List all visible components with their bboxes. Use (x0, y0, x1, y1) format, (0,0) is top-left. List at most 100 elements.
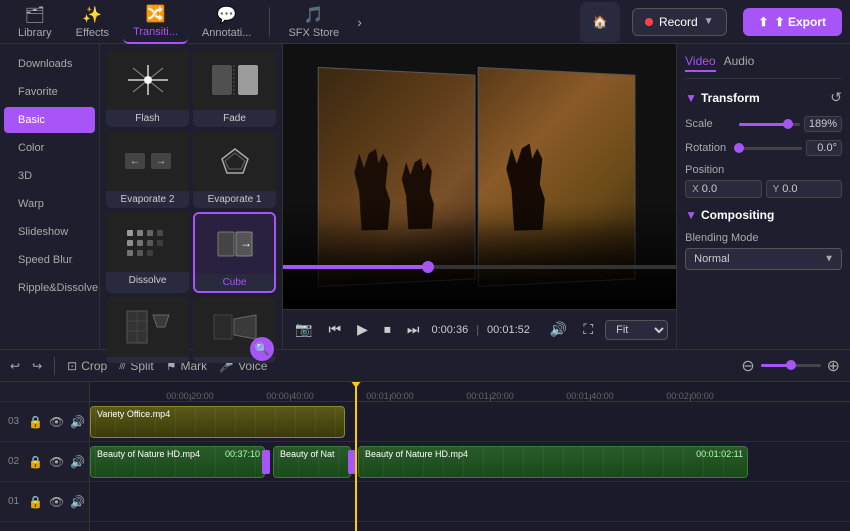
transform-collapse-icon[interactable]: ▼ (685, 91, 697, 105)
record-button[interactable]: Record ▼ (632, 8, 727, 36)
prev-frame-button[interactable]: ⏮ (324, 319, 345, 340)
zoom-out-button[interactable]: ⊖ (741, 356, 754, 376)
preview-area: 📷 ⏮ ▶ ⏹ ⏭ 0:00:36 | 00:01:52 🔊 ⛶ Fit Fil… (283, 44, 676, 349)
library-icon: 🗂 (25, 5, 45, 25)
total-time: 00:01:52 (487, 324, 530, 336)
position-y-field[interactable]: Y 0.0 (766, 180, 842, 198)
nav-slideshow[interactable]: Slideshow (4, 219, 95, 245)
zoom-in-button[interactable]: ⊕ (827, 356, 840, 376)
position-row: Position X 0.0 Y 0.0 (685, 164, 842, 198)
tab-sfx[interactable]: 🎵 SFX Store (278, 1, 349, 43)
transition-cube[interactable]: → Cube (193, 212, 276, 293)
tab-effects[interactable]: ✨ Effects (66, 1, 119, 43)
transition-fade[interactable]: Fade (193, 50, 276, 127)
track-01-lock-icon[interactable]: 🔒 (28, 495, 43, 509)
screenshot-button[interactable]: 📷 (291, 319, 316, 340)
transitions-grid: Flash Fade (100, 44, 282, 369)
zoom-slider[interactable] (761, 364, 821, 367)
rotation-slider[interactable] (739, 147, 802, 150)
track-02-lock-icon[interactable]: 🔒 (28, 455, 43, 469)
record-dropdown-icon: ▼ (704, 16, 714, 27)
record-dot (645, 18, 653, 26)
transform-reset-button[interactable]: ↺ (830, 89, 842, 106)
zoom-controls: ⊖ ⊕ (741, 356, 840, 376)
ruler-line-1 (190, 395, 191, 401)
transition-flash[interactable]: Flash (106, 50, 189, 127)
nav-downloads[interactable]: Downloads (4, 51, 95, 77)
track-02-audio-icon[interactable]: 🔊 (70, 455, 85, 469)
next-frame-button[interactable]: ⏭ (403, 319, 424, 340)
rotation-row: Rotation 0.0° (685, 140, 842, 156)
nav-favorite[interactable]: Favorite (4, 79, 95, 105)
transitions-icon: 🔀 (146, 4, 166, 24)
transition-evaporate1[interactable]: Evaporate 1 (193, 131, 276, 208)
track-02-eye-icon[interactable]: 👁 (49, 455, 64, 469)
tab-library[interactable]: 🗂 Library (8, 1, 62, 43)
tab-annotations[interactable]: 💬 Annotati... (192, 1, 262, 43)
transition-dissolve[interactable]: Dissolve (106, 212, 189, 293)
transform-header: ▼ Transform ↺ (685, 89, 842, 106)
scale-slider[interactable] (739, 123, 800, 126)
redo-button[interactable]: ↪ (32, 359, 42, 373)
transition-t7[interactable] (106, 297, 189, 363)
compositing-section: ▼ Compositing Blending Mode Normal Multi… (685, 208, 842, 270)
compositing-collapse-icon[interactable]: ▼ (685, 208, 697, 222)
track-label-02: 02 🔒 👁 🔊 (0, 442, 89, 482)
transition-marker-1[interactable] (262, 450, 270, 474)
volume-button[interactable]: 🔊 (546, 319, 571, 340)
fit-select[interactable]: Fit Fill 100% (605, 320, 668, 340)
clip-beauty-2[interactable]: Beauty of Nat (273, 446, 351, 478)
tab-video[interactable]: Video (685, 52, 715, 72)
effects-icon: ✨ (82, 5, 102, 25)
y-value: 0.0 (782, 183, 797, 195)
progress-fill (283, 265, 428, 269)
nav-speedblur[interactable]: Speed Blur (4, 247, 95, 273)
track-01-eye-icon[interactable]: 👁 (49, 495, 64, 509)
play-button[interactable]: ▶ (353, 319, 372, 340)
blending-mode-select[interactable]: Normal Multiply Screen Overlay (685, 248, 842, 270)
export-button[interactable]: ⬆ ⬆ Export (743, 8, 842, 36)
clip-beauty-3[interactable]: Beauty of Nature HD.mp4 00:01:02:11 (358, 446, 748, 478)
sfx-icon: 🎵 (304, 5, 324, 25)
track-03-eye-icon[interactable]: 👁 (49, 415, 64, 429)
nav-ripple[interactable]: Ripple&Dissolve (4, 275, 95, 301)
position-x-field[interactable]: X 0.0 (685, 180, 761, 198)
track-labels: 03 🔒 👁 🔊 02 🔒 👁 🔊 01 🔒 👁 🔊 (0, 382, 90, 531)
fullscreen-button[interactable]: ⛶ (579, 319, 597, 340)
search-button[interactable]: 🔍 (250, 337, 274, 361)
ruler-line-4 (490, 395, 491, 401)
more-icon[interactable]: › (353, 10, 366, 34)
clip-beauty-1-duration: 00:37:10 (225, 449, 260, 459)
track-03-lock-icon[interactable]: 🔒 (28, 415, 43, 429)
compositing-header: ▼ Compositing (685, 208, 842, 222)
clip-beauty-1[interactable]: Beauty of Nature HD.mp4 00:37:10 (90, 446, 265, 478)
nav-color[interactable]: Color (4, 135, 95, 161)
timeline-ruler: 00:00:20:00 00:00:40:00 00:01:00:00 00:0… (90, 382, 850, 402)
undo-button[interactable]: ↩ (10, 359, 20, 373)
annotations-icon: 💬 (217, 5, 237, 25)
clip-variety[interactable]: Variety Office.mp4 (90, 406, 345, 438)
progress-bar[interactable] (283, 265, 676, 269)
home-button[interactable]: 🏠 (580, 2, 620, 42)
rotation-value: 0.0° (806, 140, 842, 156)
playhead[interactable] (355, 382, 357, 531)
tab-audio[interactable]: Audio (724, 52, 755, 72)
nav-basic[interactable]: Basic (4, 107, 95, 133)
search-icon: 🔍 (255, 342, 270, 356)
xy-row: X 0.0 Y 0.0 (685, 180, 842, 198)
svg-text:←: ← (130, 156, 140, 167)
track-row-02: Beauty of Nature HD.mp4 00:37:10 Beauty … (90, 442, 850, 482)
track-03-audio-icon[interactable]: 🔊 (70, 415, 85, 429)
rotation-label: Rotation (685, 142, 735, 154)
nav-warp[interactable]: Warp (4, 191, 95, 217)
dissolve-label: Dissolve (106, 272, 189, 289)
track-01-audio-icon[interactable]: 🔊 (70, 495, 85, 509)
nav-3d[interactable]: 3D (4, 163, 95, 189)
progress-thumb (422, 261, 434, 273)
tab-transitions[interactable]: 🔀 Transiti... (123, 0, 188, 44)
track-label-03: 03 🔒 👁 🔊 (0, 402, 89, 442)
transition-evaporate2[interactable]: ← → Evaporate 2 (106, 131, 189, 208)
cube-label: Cube (195, 274, 274, 291)
dissolve-thumb (106, 212, 189, 272)
stop-button[interactable]: ⏹ (380, 319, 395, 340)
